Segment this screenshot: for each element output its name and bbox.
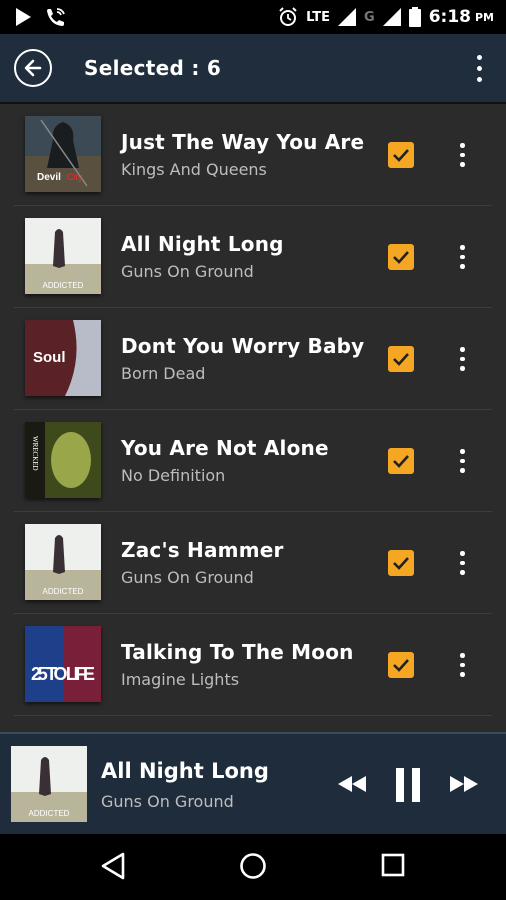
more-vert-dot	[460, 356, 465, 361]
nav-back-icon[interactable]	[100, 852, 126, 880]
svg-text:City: City	[67, 172, 83, 182]
song-artist: Guns On Ground	[121, 568, 254, 587]
song-more-button[interactable]	[460, 245, 465, 269]
clock-time: 6:18	[428, 7, 471, 27]
more-vert-icon	[460, 653, 465, 658]
check-icon	[393, 149, 409, 162]
select-checkbox[interactable]	[388, 448, 414, 474]
more-vert-dot	[460, 458, 465, 463]
album-art-label: ADDICTED	[43, 281, 84, 290]
song-title: Zac's Hammer	[121, 538, 284, 562]
signal-icon	[338, 8, 357, 26]
page-title: Selected : 6	[84, 56, 222, 80]
song-artist: Imagine Lights	[121, 670, 240, 689]
more-vert-dot	[477, 65, 482, 71]
select-checkbox[interactable]	[388, 244, 414, 270]
song-more-button[interactable]	[460, 551, 465, 575]
album-art: Devil City	[25, 116, 101, 192]
alarm-icon	[279, 7, 297, 26]
play-store-icon	[16, 8, 31, 26]
signal-icon-2	[382, 8, 401, 26]
list-item[interactable]: WRECKED You Are Not Alone No Definition	[14, 410, 492, 512]
song-title: Dont You Worry Baby	[121, 334, 365, 358]
list-item[interactable]: 25 TO LIFE Talking To The Moon Imagine L…	[14, 614, 492, 716]
more-vert-dot	[460, 560, 465, 565]
now-playing-title: All Night Long	[101, 759, 269, 783]
album-art: 25 TO LIFE	[25, 626, 101, 702]
list-item[interactable]: Soul Dont You Worry Baby Born Dead	[14, 308, 492, 410]
system-nav-bar	[0, 834, 506, 900]
select-checkbox[interactable]	[388, 346, 414, 372]
song-title: Just The Way You Are	[121, 130, 365, 154]
check-icon	[393, 455, 409, 468]
list-item[interactable]: ADDICTED Zac's Hammer Guns On Ground	[14, 512, 492, 614]
more-vert-dot	[460, 162, 465, 167]
check-icon	[393, 353, 409, 366]
more-vert-dot	[460, 366, 465, 371]
check-icon	[393, 557, 409, 570]
more-vert-dot	[460, 254, 465, 259]
back-button[interactable]	[14, 49, 52, 87]
album-art-label: WRECKED	[31, 436, 39, 471]
more-vert-icon	[460, 143, 465, 148]
song-artist: Born Dead	[121, 364, 206, 383]
status-bar: LTE G 6:18 PM	[0, 0, 506, 34]
pause-icon[interactable]	[393, 768, 423, 802]
more-vert-dot	[460, 672, 465, 677]
select-checkbox[interactable]	[388, 142, 414, 168]
song-title: You Are Not Alone	[121, 436, 329, 460]
album-art-label: Soul	[33, 349, 66, 366]
more-vert-dot	[477, 76, 482, 82]
battery-icon	[408, 7, 421, 27]
album-art-label: ADDICTED	[29, 809, 70, 818]
song-more-button[interactable]	[460, 449, 465, 473]
check-icon	[393, 659, 409, 672]
list-item[interactable]: ADDICTED All Night Long Guns On Ground	[14, 206, 492, 308]
now-playing-album-art: ADDICTED	[11, 746, 87, 822]
more-vert-icon	[477, 54, 482, 60]
nav-home-icon[interactable]	[239, 852, 267, 880]
more-vert-icon	[460, 245, 465, 250]
select-checkbox[interactable]	[388, 652, 414, 678]
more-vert-icon	[460, 449, 465, 454]
more-vert-dot	[460, 570, 465, 575]
song-title: Talking To The Moon	[121, 640, 354, 664]
network-type-label: LTE	[306, 9, 331, 25]
fast-forward-icon[interactable]	[448, 768, 480, 800]
album-art-label: ADDICTED	[43, 587, 84, 596]
album-art-label: 25 TO LIFE	[31, 664, 95, 684]
song-more-button[interactable]	[460, 143, 465, 167]
selection-toolbar: Selected : 6	[0, 34, 506, 104]
now-playing-artist: Guns On Ground	[101, 792, 234, 811]
phone-wifi-icon	[47, 8, 65, 26]
song-artist: Guns On Ground	[121, 262, 254, 281]
more-vert-dot	[460, 662, 465, 667]
select-checkbox[interactable]	[388, 550, 414, 576]
album-art: Soul	[25, 320, 101, 396]
song-title: All Night Long	[121, 232, 284, 256]
more-options-button[interactable]	[477, 54, 482, 82]
more-vert-dot	[460, 152, 465, 157]
nav-recents-icon[interactable]	[381, 852, 405, 878]
more-vert-icon	[460, 347, 465, 352]
album-art-label: Devil	[37, 172, 61, 183]
song-artist: Kings And Queens	[121, 160, 267, 179]
song-artist: No Definition	[121, 466, 226, 485]
song-more-button[interactable]	[460, 347, 465, 371]
more-vert-dot	[460, 264, 465, 269]
song-list: Devil City Just The Way You Are Kings An…	[0, 104, 506, 730]
more-vert-dot	[460, 468, 465, 473]
clock-ampm: PM	[474, 10, 494, 24]
song-more-button[interactable]	[460, 653, 465, 677]
album-art: WRECKED	[25, 422, 101, 498]
rewind-icon[interactable]	[336, 768, 368, 800]
now-playing-bar[interactable]: ADDICTED All Night Long Guns On Ground	[0, 732, 506, 834]
album-art: ADDICTED	[25, 524, 101, 600]
check-icon	[393, 251, 409, 264]
carrier-g-label: G	[364, 9, 375, 25]
list-item[interactable]: Devil City Just The Way You Are Kings An…	[14, 104, 492, 206]
more-vert-icon	[460, 551, 465, 556]
album-art: ADDICTED	[25, 218, 101, 294]
back-arrow-icon	[24, 59, 42, 77]
